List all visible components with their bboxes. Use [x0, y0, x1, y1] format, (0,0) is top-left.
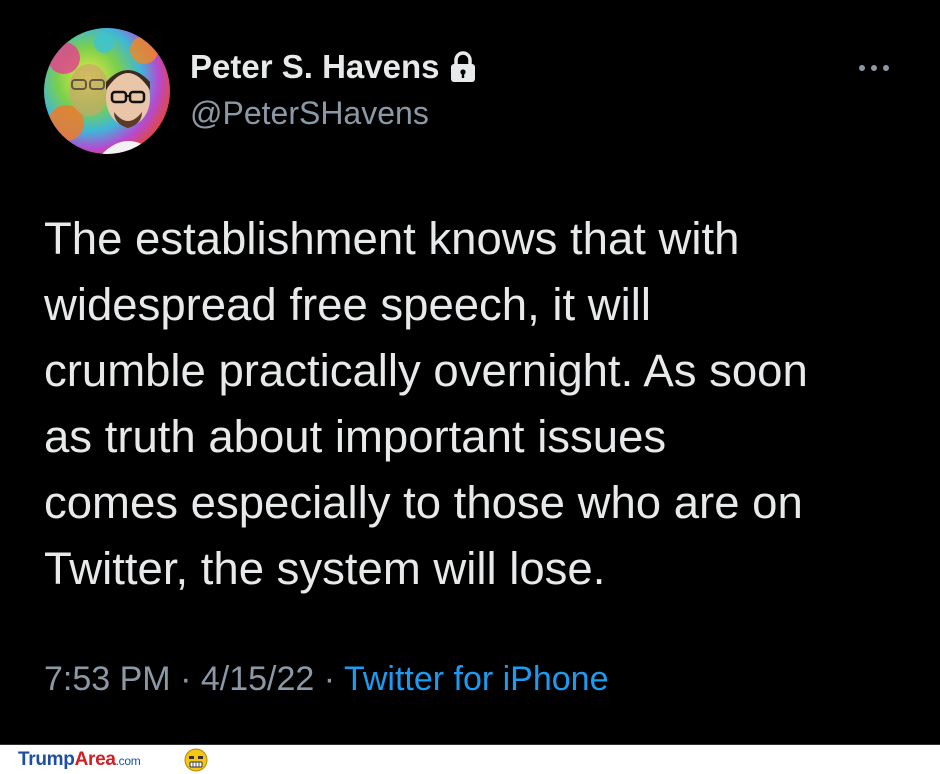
more-options-button[interactable]: [856, 56, 892, 80]
author-name-text: Peter S. Havens: [190, 48, 440, 85]
tweet-text: The establishment knows that with widesp…: [44, 213, 808, 594]
avatar[interactable]: [44, 28, 170, 154]
tweet-metadata: 7:53 PM · 4/15/22 · Twitter for iPhone: [44, 660, 609, 699]
lock-icon: [449, 50, 477, 84]
avatar-image: [44, 28, 170, 154]
tweet-card: Peter S. Havens @PeterSHavens The establ…: [0, 0, 940, 744]
author-handle[interactable]: @PeterSHavens: [190, 95, 429, 132]
tweet-source-link[interactable]: Twitter for iPhone: [344, 660, 609, 698]
watermark-logo: TrumpArea.com: [18, 749, 141, 771]
tweet-date[interactable]: 4/15/22: [201, 660, 314, 698]
watermark-brand-suffix: .com: [115, 754, 141, 768]
watermark-brand-accent: Area: [74, 749, 116, 770]
author-name[interactable]: Peter S. Havens: [190, 48, 477, 86]
emoji-face-icon: [184, 748, 208, 772]
more-horizontal-icon: [859, 65, 889, 71]
meta-separator: ·: [180, 660, 192, 698]
watermark-brand-main: Trump: [18, 749, 75, 770]
tweet-time[interactable]: 7:53 PM: [44, 660, 171, 698]
meta-separator: ·: [323, 660, 336, 698]
watermark-bar: TrumpArea.com: [0, 745, 940, 774]
